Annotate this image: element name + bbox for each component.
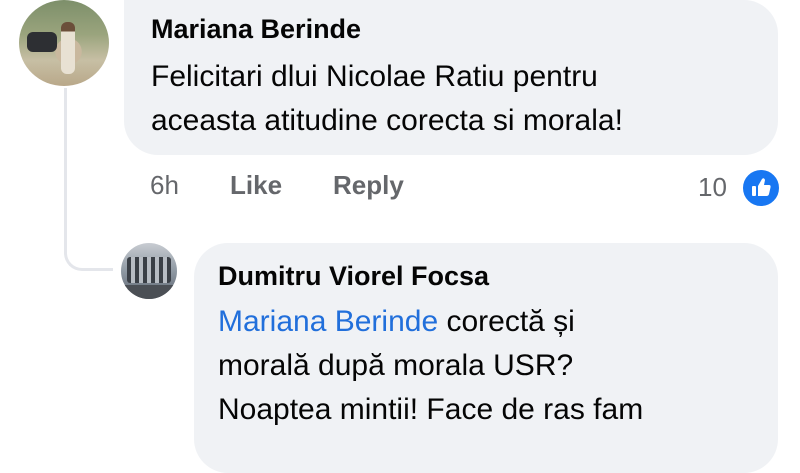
avatar-mariana-berinde[interactable] bbox=[19, 0, 109, 86]
comment-author[interactable]: Mariana Berinde bbox=[151, 14, 361, 45]
comment-text: Felicitari dlui Nicolae Ratiu pentru ace… bbox=[151, 55, 771, 143]
reply-text: Mariana Berinde corectă și morală după m… bbox=[218, 300, 778, 432]
like-button[interactable]: Like bbox=[230, 170, 282, 201]
thumbs-up-icon[interactable] bbox=[741, 168, 781, 208]
reply-text-line: Mariana Berinde corectă și bbox=[218, 300, 778, 344]
comment-timestamp[interactable]: 6h bbox=[150, 170, 179, 201]
avatar-photo-detail bbox=[127, 257, 171, 283]
reply-text-line: Noaptea mintii! Face de ras fam bbox=[218, 393, 644, 426]
avatar-photo-detail bbox=[121, 285, 177, 299]
reply-button[interactable]: Reply bbox=[333, 170, 404, 201]
reply-author[interactable]: Dumitru Viorel Focsa bbox=[218, 261, 489, 292]
comment-text-line: aceasta atitudine corecta si morala! bbox=[151, 104, 623, 137]
reply-thread-connector bbox=[64, 88, 113, 271]
reply-text-fragment: corectă și bbox=[438, 305, 575, 338]
comment-text-line: Felicitari dlui Nicolae Ratiu pentru bbox=[151, 60, 598, 93]
avatar-dumitru-viorel-focsa[interactable] bbox=[121, 243, 177, 299]
mention-link[interactable]: Mariana Berinde bbox=[218, 305, 438, 338]
reply-text-line: morală după morala USR? bbox=[218, 349, 574, 382]
avatar-photo-detail bbox=[27, 32, 57, 52]
reaction-count[interactable]: 10 bbox=[698, 172, 727, 203]
avatar-photo-person bbox=[61, 22, 75, 74]
